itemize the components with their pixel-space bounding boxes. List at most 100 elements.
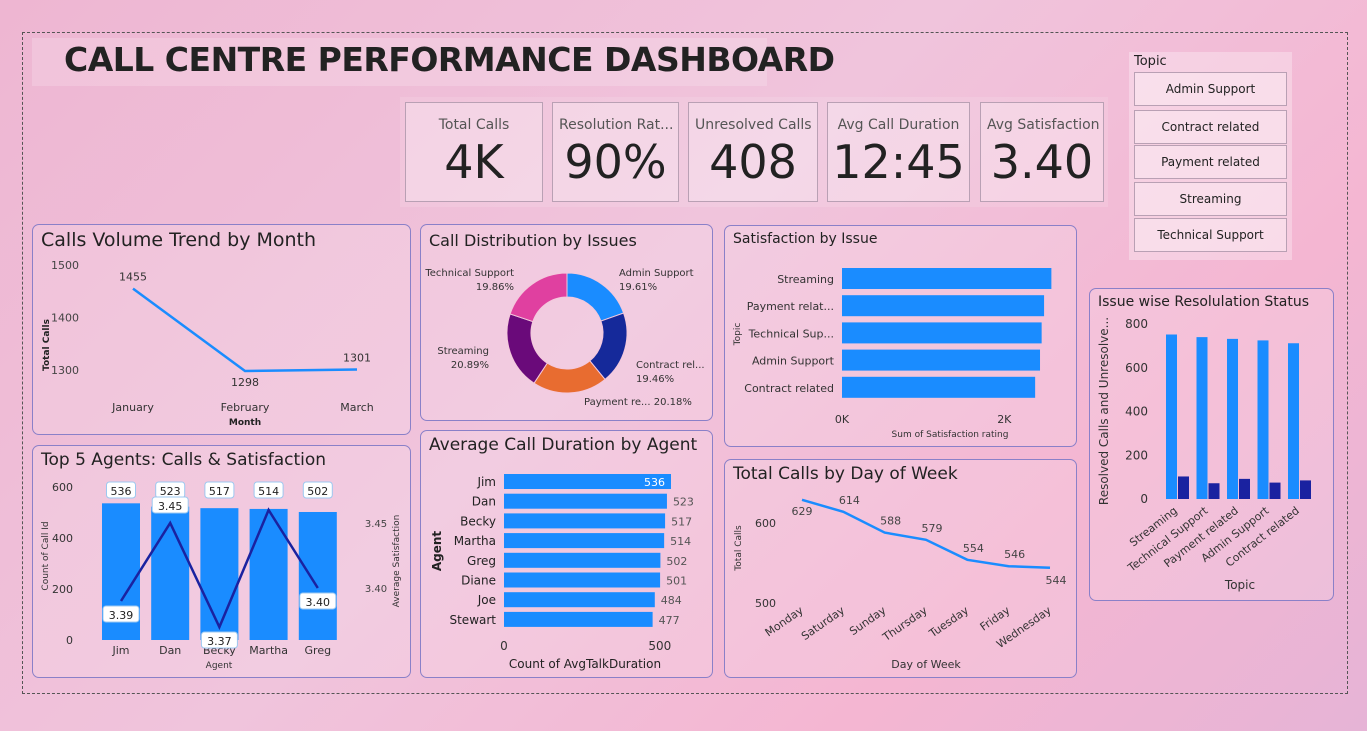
slice-value: 19.86% bbox=[476, 282, 514, 293]
y-tick-label: Martha bbox=[454, 534, 496, 548]
y-tick-label: Greg bbox=[467, 554, 496, 568]
bar bbox=[200, 508, 239, 640]
y2-tick-label: 3.45 bbox=[365, 519, 387, 530]
y-tick-label: 1500 bbox=[51, 259, 79, 272]
y-tick-label: 200 bbox=[52, 583, 73, 596]
resolution-chart: 8006004002000StreamingTechnical SupportP… bbox=[1097, 317, 1311, 592]
top-agents-chart: 60040020003.453.40Jim Dan Becky Martha Greg5… bbox=[41, 481, 402, 671]
kpi-value: 408 bbox=[709, 135, 797, 189]
x-tick-label: 500 bbox=[648, 639, 671, 653]
bar bbox=[842, 376, 1036, 398]
x-tick-label: Greg bbox=[305, 644, 332, 657]
satisfaction-chart: Streaming Payment relat... Technical Sup..… bbox=[733, 268, 1052, 440]
slice-value: 19.46% bbox=[636, 374, 674, 385]
kpi-label: Unresolved Calls bbox=[695, 117, 812, 133]
x-tick-label: Martha bbox=[249, 644, 288, 657]
bar bbox=[298, 511, 337, 640]
bar bbox=[842, 322, 1042, 344]
bar-unresolved bbox=[1178, 476, 1189, 499]
distribution-panel[interactable]: Call Distribution by Issues Admin Suppor… bbox=[420, 224, 713, 421]
slicer-item-contract-related[interactable]: Contract related bbox=[1134, 110, 1287, 144]
y-tick-label: 0 bbox=[66, 634, 73, 647]
line-data-label: 3.40 bbox=[306, 596, 331, 609]
bar-data-label: 523 bbox=[160, 485, 181, 498]
y-axis-title: Count of Call Id bbox=[41, 521, 51, 590]
data-label: 517 bbox=[671, 515, 692, 528]
line-data-label: 3.39 bbox=[109, 609, 134, 622]
y-axis-title: Topic bbox=[733, 323, 743, 347]
slicer-item-streaming[interactable]: Streaming bbox=[1134, 182, 1287, 216]
y-tick-label: 0 bbox=[1140, 492, 1148, 506]
data-label: 1298 bbox=[231, 376, 259, 389]
slicer-header: Topic bbox=[1134, 54, 1167, 69]
x-tick-label: Thursday bbox=[880, 604, 931, 645]
x-tick-label: 0K bbox=[835, 413, 850, 426]
data-label: 614 bbox=[839, 494, 860, 507]
y-tick-label: 1300 bbox=[51, 364, 79, 377]
top-agents-panel[interactable]: Top 5 Agents: Calls & Satisfaction 600 40… bbox=[32, 445, 411, 678]
satisfaction-panel[interactable]: Satisfaction by Issue Streaming Payment r… bbox=[724, 225, 1077, 447]
slicer-item-admin-support[interactable]: Admin Support bbox=[1134, 72, 1287, 106]
y2-tick-label: 3.40 bbox=[365, 584, 387, 595]
y-tick-label: Streaming bbox=[777, 273, 834, 286]
kpi-resolution-rate[interactable]: Resolution Rat... 90% bbox=[552, 102, 679, 202]
slice-label: Streaming bbox=[437, 346, 489, 357]
x-tick-label: March bbox=[340, 401, 374, 414]
bar-unresolved bbox=[1300, 480, 1311, 499]
slicer-item-payment-related[interactable]: Payment related bbox=[1134, 145, 1287, 179]
data-label: 502 bbox=[666, 555, 687, 568]
y2-axis-title: Average Satisfaction bbox=[392, 515, 402, 608]
y-axis-title: Resolved Calls and Unresolve... bbox=[1097, 317, 1111, 505]
kpi-avg-call-duration[interactable]: Avg Call Duration 12:45 bbox=[827, 102, 970, 202]
kpi-value: 12:45 bbox=[832, 135, 965, 189]
x-tick-label: Jim bbox=[111, 644, 129, 657]
resolution-panel[interactable]: Issue wise Resolulation Status 800 600 400… bbox=[1089, 288, 1334, 601]
bar-data-label: 536 bbox=[111, 485, 132, 498]
kpi-unresolved-calls[interactable]: Unresolved Calls 408 bbox=[688, 102, 818, 202]
slice-0 bbox=[566, 272, 625, 322]
slice-label: Admin Support bbox=[619, 268, 694, 279]
avg-duration-chart: Jim 536 Dan 523 Becky 517 Martha 514 Greg 502 Dian… bbox=[430, 474, 694, 671]
x-tick-label: Tuesday bbox=[926, 604, 971, 641]
slicer-item-technical-support[interactable]: Technical Support bbox=[1134, 218, 1287, 252]
kpi-value: 90% bbox=[564, 135, 667, 189]
data-label: 484 bbox=[661, 594, 682, 607]
y-tick-label: Stewart bbox=[449, 613, 496, 627]
kpi-label: Total Calls bbox=[438, 117, 510, 133]
x-tick-label: February bbox=[221, 401, 270, 414]
bar bbox=[842, 268, 1052, 289]
kpi-value: 4K bbox=[444, 135, 504, 189]
data-label: 536 bbox=[644, 476, 665, 489]
y-tick-label: Becky bbox=[460, 514, 496, 528]
kpi-avg-satisfaction[interactable]: Avg Satisfaction 3.40 bbox=[980, 102, 1104, 202]
kpi-total-calls[interactable]: Total Calls 4K bbox=[405, 102, 543, 202]
kpi-value: 3.40 bbox=[990, 135, 1094, 189]
bar bbox=[249, 508, 288, 640]
data-label: 514 bbox=[670, 535, 691, 548]
bar bbox=[842, 295, 1045, 317]
bar bbox=[504, 493, 667, 509]
x-tick-label: Saturday bbox=[799, 604, 847, 643]
slice-label: Technical Support bbox=[424, 268, 514, 279]
y-tick-label: Dan bbox=[472, 495, 496, 509]
slice-4 bbox=[509, 272, 568, 323]
calls-trend-panel[interactable]: Calls Volume Trend by Month 1500 1400 1300… bbox=[32, 224, 411, 435]
y-tick-label: Technical Sup... bbox=[748, 327, 834, 340]
data-label: 579 bbox=[922, 522, 943, 535]
calls-by-day-panel[interactable]: Total Calls by Day of Week 600 500 629 Mond… bbox=[724, 459, 1077, 678]
y-axis-title: Agent bbox=[430, 531, 444, 572]
data-label: 1301 bbox=[343, 351, 371, 364]
bar-data-label: 502 bbox=[307, 485, 328, 498]
y-axis-title: Total Calls bbox=[734, 525, 744, 572]
y-tick-label: 400 bbox=[1125, 405, 1148, 419]
bar-resolved bbox=[1227, 338, 1238, 499]
series-line bbox=[132, 287, 358, 373]
bar bbox=[504, 552, 661, 568]
avg-duration-panel[interactable]: Average Call Duration by Agent Jim 536 Dan… bbox=[420, 430, 713, 678]
y-tick-label: Admin Support bbox=[752, 355, 835, 368]
bar bbox=[151, 506, 190, 640]
y-tick-label: 500 bbox=[755, 597, 776, 610]
y-tick-label: Contract related bbox=[744, 382, 834, 395]
y-tick-label: 800 bbox=[1125, 317, 1148, 331]
y-tick-label: 1400 bbox=[51, 312, 79, 325]
